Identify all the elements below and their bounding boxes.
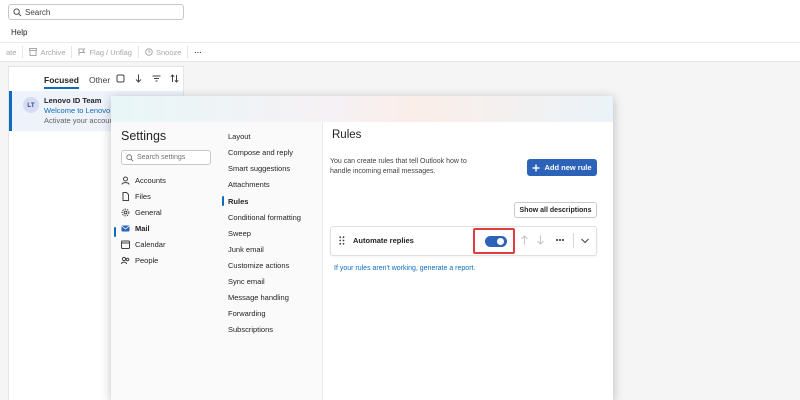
sort-icon[interactable] bbox=[170, 74, 179, 83]
inbox-tabs: Focused Other bbox=[44, 75, 110, 89]
subcategory-selected-indicator bbox=[222, 196, 224, 206]
add-new-rule-button[interactable]: Add new rule bbox=[527, 159, 597, 176]
subcategory-message-handling[interactable]: Message handling bbox=[228, 291, 289, 303]
jump-down-icon[interactable] bbox=[134, 74, 143, 83]
select-icon[interactable] bbox=[116, 74, 125, 83]
more-options-icon[interactable] bbox=[555, 235, 565, 245]
filter-icon[interactable] bbox=[152, 74, 161, 83]
search-box[interactable]: Search bbox=[8, 4, 184, 20]
highlight-box bbox=[473, 228, 515, 254]
subcategory-subscriptions[interactable]: Subscriptions bbox=[228, 323, 273, 335]
message-preview: Activate your account bbox=[44, 116, 116, 125]
row-divider bbox=[573, 233, 574, 248]
archive-button[interactable]: Archive bbox=[23, 46, 73, 58]
more-actions-button[interactable]: ··· bbox=[188, 46, 208, 58]
more-icon: ··· bbox=[194, 47, 202, 57]
settings-title: Settings bbox=[121, 129, 167, 143]
search-placeholder: Search bbox=[25, 7, 51, 17]
menu-help[interactable]: Help bbox=[11, 28, 27, 37]
settings-search-input[interactable]: Search settings bbox=[121, 150, 211, 165]
flag-button[interactable]: Flag / Unflag bbox=[72, 46, 139, 58]
category-mail[interactable]: Mail bbox=[121, 222, 150, 234]
tab-other[interactable]: Other bbox=[89, 75, 110, 89]
search-icon bbox=[13, 7, 22, 16]
clock-icon bbox=[145, 48, 153, 56]
generate-report-link[interactable]: If your rules aren't working, generate a… bbox=[334, 265, 475, 272]
subcategory-forwarding[interactable]: Forwarding bbox=[228, 307, 266, 319]
subcategory-smart-suggestions[interactable]: Smart suggestions bbox=[228, 162, 290, 174]
subcategory-conditional-formatting[interactable]: Conditional formatting bbox=[228, 211, 301, 223]
message-subject: Welcome to Lenovo bbox=[44, 106, 111, 115]
ribbon-toolbar: ate Archive Flag / Unflag Snooze ··· bbox=[0, 42, 800, 62]
mail-icon bbox=[121, 225, 130, 231]
subcategory-rules[interactable]: Rules bbox=[228, 195, 248, 207]
category-files[interactable]: Files bbox=[121, 190, 151, 202]
category-general[interactable]: General bbox=[121, 206, 162, 218]
flag-icon bbox=[78, 48, 87, 56]
category-people[interactable]: People bbox=[121, 254, 158, 266]
settings-dialog: Settings Search settings Accounts Files … bbox=[111, 96, 613, 400]
calendar-icon bbox=[121, 240, 130, 249]
settings-search-placeholder: Search settings bbox=[137, 154, 186, 161]
plus-icon bbox=[532, 164, 540, 171]
person-icon bbox=[121, 176, 130, 185]
category-calendar[interactable]: Calendar bbox=[121, 238, 165, 250]
show-all-descriptions-button[interactable]: Show all descriptions bbox=[514, 202, 597, 218]
gear-icon bbox=[121, 208, 130, 216]
move-up-icon[interactable] bbox=[520, 235, 529, 245]
people-icon bbox=[121, 256, 130, 264]
subcategory-layout[interactable]: Layout bbox=[228, 130, 251, 142]
avatar: LT bbox=[23, 97, 39, 113]
dialog-header-band bbox=[111, 96, 613, 122]
subcategory-junk-email[interactable]: Junk email bbox=[228, 243, 264, 255]
file-icon bbox=[122, 191, 129, 201]
list-toolbar bbox=[116, 74, 179, 83]
category-accounts[interactable]: Accounts bbox=[121, 174, 166, 186]
category-selected-indicator bbox=[114, 227, 116, 237]
subcategory-sweep[interactable]: Sweep bbox=[228, 227, 251, 239]
archive-icon bbox=[29, 48, 38, 56]
message-sender: Lenovo ID Team bbox=[44, 96, 102, 105]
rules-description: You can create rules that tell Outlook h… bbox=[330, 158, 467, 175]
tab-focused[interactable]: Focused bbox=[44, 75, 79, 89]
snooze-button[interactable]: Snooze bbox=[139, 46, 189, 58]
subcategory-attachments[interactable]: Attachments bbox=[228, 178, 270, 190]
drag-handle-icon[interactable] bbox=[339, 236, 345, 245]
rule-name: Automate replies bbox=[353, 236, 414, 245]
rules-title: Rules bbox=[332, 129, 362, 141]
move-down-icon[interactable] bbox=[536, 235, 545, 245]
search-icon bbox=[126, 153, 134, 161]
subcategory-customize-actions[interactable]: Customize actions bbox=[228, 259, 289, 271]
subcategory-compose-and-reply[interactable]: Compose and reply bbox=[228, 146, 293, 158]
menu-bar: Help bbox=[0, 22, 800, 42]
subcategory-sync-email[interactable]: Sync email bbox=[228, 275, 265, 287]
chevron-down-icon[interactable] bbox=[580, 236, 590, 245]
toolbar-item-partial[interactable]: ate bbox=[0, 46, 24, 58]
